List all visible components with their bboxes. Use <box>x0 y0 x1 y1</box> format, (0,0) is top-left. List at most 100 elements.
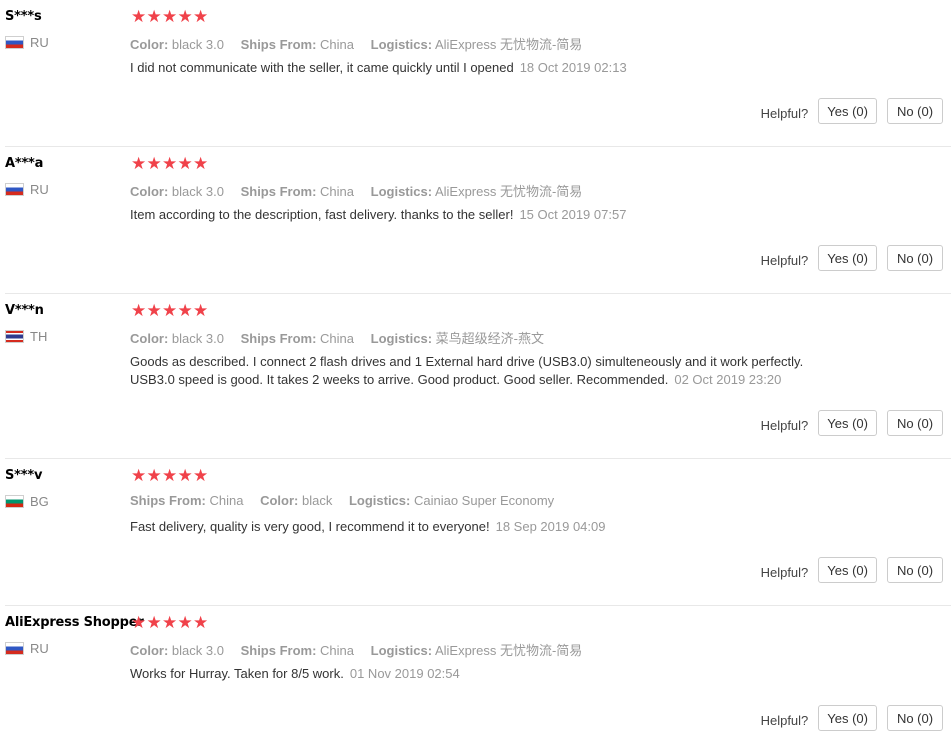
attr-value: black 3.0 <box>171 184 224 199</box>
attr-value: AliExpress 无忧物流-简易 <box>434 643 583 658</box>
attr-value: China <box>320 331 355 346</box>
country-code: TH <box>30 329 48 344</box>
review-body: I did not communicate with the seller, i… <box>130 60 514 75</box>
attr-key: Logistics: <box>370 331 433 346</box>
review-body: Item according to the description, fast … <box>130 207 514 222</box>
star-rating: ★★★★★ <box>131 154 209 174</box>
product-attributes: Color: black 3.0 Ships From: China Logis… <box>130 640 595 659</box>
product-attributes: Color: black 3.0 Ships From: China Logis… <box>130 34 595 53</box>
star-icon: ★ <box>162 301 178 320</box>
attr-key: Color: <box>130 331 169 346</box>
helpful-no-button[interactable]: No (0) <box>887 705 943 731</box>
helpful-yes-button[interactable]: Yes (0) <box>818 410 877 436</box>
star-icon: ★ <box>193 7 209 26</box>
review-text: Item according to the description, fast … <box>130 206 850 224</box>
review-date: 02 Oct 2019 23:20 <box>674 372 782 387</box>
attr-value: black <box>301 493 333 508</box>
helpful-no-button[interactable]: No (0) <box>887 245 943 271</box>
star-icon: ★ <box>146 154 162 173</box>
reviewer-name: AliExpress Shopper <box>5 615 144 630</box>
helpful-yes-button[interactable]: Yes (0) <box>818 705 877 731</box>
star-icon: ★ <box>177 466 193 485</box>
helpful-no-button[interactable]: No (0) <box>887 98 943 124</box>
star-icon: ★ <box>162 7 178 26</box>
star-icon: ★ <box>177 613 193 632</box>
star-icon: ★ <box>177 154 193 173</box>
attr-key: Color: <box>130 37 169 52</box>
helpful-yes-button[interactable]: Yes (0) <box>818 557 877 583</box>
star-icon: ★ <box>193 466 209 485</box>
star-icon: ★ <box>177 7 193 26</box>
attr-value: black 3.0 <box>171 643 224 658</box>
review-item: A***a RU ★★★★★ Color: black 3.0 Ships Fr… <box>5 147 951 294</box>
reviewer-country: RU <box>5 182 49 197</box>
attr-key: Ships From: <box>130 493 206 508</box>
attr-key: Color: <box>130 643 169 658</box>
helpful-no-button[interactable]: No (0) <box>887 557 943 583</box>
reviewer-name: S***v <box>5 468 43 483</box>
star-icon: ★ <box>131 613 147 632</box>
flag-icon <box>5 36 24 49</box>
flag-icon <box>5 495 24 508</box>
attr-key: Logistics: <box>370 184 433 199</box>
review-date: 01 Nov 2019 02:54 <box>349 666 460 681</box>
review-date: 15 Oct 2019 07:57 <box>519 207 627 222</box>
helpful-label: Helpful? <box>760 564 809 580</box>
attr-key: Logistics: <box>348 493 411 508</box>
helpful-label: Helpful? <box>760 105 809 121</box>
country-code: RU <box>30 35 49 50</box>
reviewer-name: A***a <box>5 156 44 171</box>
helpful-yes-button[interactable]: Yes (0) <box>818 98 877 124</box>
star-icon: ★ <box>146 301 162 320</box>
review-text: Works for Hurray. Taken for 8/5 work. 01 … <box>130 665 850 683</box>
country-code: RU <box>30 182 49 197</box>
review-date: 18 Oct 2019 02:13 <box>519 60 627 75</box>
flag-icon <box>5 642 24 655</box>
star-icon: ★ <box>131 154 147 173</box>
review-body: Fast delivery, quality is very good, I r… <box>130 519 490 534</box>
attr-key: Color: <box>130 184 169 199</box>
attr-key: Ships From: <box>240 643 317 658</box>
country-code: BG <box>30 494 49 509</box>
reviewer-name: S***s <box>5 9 42 24</box>
helpful-controls: Helpful? Yes (0) No (0) <box>761 410 943 436</box>
attr-value: 菜鸟超级经济-燕文 <box>435 331 545 346</box>
review-text: Goods as described. I connect 2 flash dr… <box>130 353 850 389</box>
star-icon: ★ <box>177 301 193 320</box>
star-icon: ★ <box>162 613 178 632</box>
country-code: RU <box>30 641 49 656</box>
review-list: S***s RU ★★★★★ Color: black 3.0 Ships Fr… <box>0 0 951 753</box>
reviewer-country: BG <box>5 494 49 509</box>
helpful-yes-button[interactable]: Yes (0) <box>818 245 877 271</box>
attr-value: Cainiao Super Economy <box>413 493 555 508</box>
review-item: S***v BG ★★★★★ Ships From: China Color: … <box>5 459 951 606</box>
helpful-label: Helpful? <box>760 252 809 268</box>
reviewer-country: TH <box>5 329 47 344</box>
helpful-controls: Helpful? Yes (0) No (0) <box>761 98 943 124</box>
helpful-label: Helpful? <box>760 417 809 433</box>
attr-value: China <box>320 184 355 199</box>
star-icon: ★ <box>146 466 162 485</box>
product-attributes: Color: black 3.0 Ships From: China Logis… <box>130 328 557 347</box>
star-icon: ★ <box>146 613 162 632</box>
helpful-no-button[interactable]: No (0) <box>887 410 943 436</box>
product-attributes: Color: black 3.0 Ships From: China Logis… <box>130 181 595 200</box>
attr-key: Logistics: <box>370 643 433 658</box>
attr-value: China <box>320 37 355 52</box>
reviewer-country: RU <box>5 641 49 656</box>
star-icon: ★ <box>193 613 209 632</box>
helpful-controls: Helpful? Yes (0) No (0) <box>761 705 943 731</box>
review-body: Works for Hurray. Taken for 8/5 work. <box>130 666 344 681</box>
helpful-controls: Helpful? Yes (0) No (0) <box>761 245 943 271</box>
attr-key: Color: <box>260 493 299 508</box>
star-icon: ★ <box>131 7 147 26</box>
star-icon: ★ <box>131 466 147 485</box>
flag-icon <box>5 183 24 196</box>
attr-key: Ships From: <box>240 37 317 52</box>
attr-value: China <box>209 493 244 508</box>
star-rating: ★★★★★ <box>131 301 209 321</box>
attr-key: Ships From: <box>240 184 317 199</box>
attr-value: black 3.0 <box>171 331 224 346</box>
attr-key: Ships From: <box>240 331 317 346</box>
review-item: V***n TH ★★★★★ Color: black 3.0 Ships Fr… <box>5 294 951 459</box>
